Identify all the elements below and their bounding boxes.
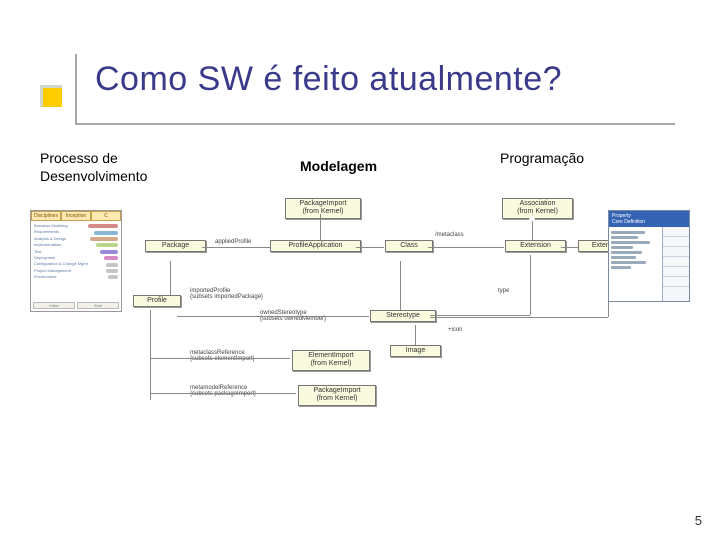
uml-label-type: type — [498, 288, 509, 294]
uml-profileapplication: ProfileApplication — [270, 240, 361, 252]
uml-line — [430, 317, 608, 318]
process-chart-footer: Initial Elab — [33, 302, 119, 309]
col-header-processo: Processo de Desenvolvimento — [40, 150, 180, 185]
uml-packageimport-bottom: PackageImport (from Kernel) — [298, 385, 376, 406]
uml-line — [430, 315, 530, 316]
uml-line — [356, 247, 384, 248]
title-decor-hline — [75, 123, 675, 125]
slide-title: Como SW é feito atualmente? — [95, 60, 562, 99]
uml-packageimport-top: PackageImport (from Kernel) — [285, 198, 361, 219]
uml-elementimport: ElementImport (from Kernel) — [292, 350, 370, 371]
process-hdr-disciplines: Disciplines — [31, 211, 61, 221]
uml-line — [170, 255, 171, 295]
diagram-area: Disciplines Inception C Business Modelin… — [30, 210, 690, 420]
uml-stereotype: Stereotype — [370, 310, 436, 322]
page-number: 5 — [695, 513, 702, 528]
ide-sidepanel — [663, 227, 689, 302]
process-hdr-inception: Inception — [61, 211, 91, 221]
uml-line — [150, 310, 151, 400]
ide-body — [609, 227, 689, 302]
process-row-bar — [90, 237, 118, 241]
uml-line — [177, 316, 369, 317]
process-hdr-c: C — [91, 211, 121, 221]
uml-arrowhead-icon — [166, 254, 174, 261]
process-row-bar — [96, 243, 118, 247]
uml-extension: Extension — [505, 240, 566, 252]
uml-label-metamodelreference: metamodelReference {subsets packageImpor… — [190, 385, 256, 397]
uml-label-importedprofile: importedProfile {subsets importedPackage… — [190, 288, 263, 300]
process-row-bar — [108, 275, 118, 279]
process-chart-rows: Business ModelingRequirementsAnalysis & … — [31, 221, 121, 283]
uml-line — [400, 255, 401, 310]
col-header-modelagem: Modelagem — [300, 158, 377, 174]
uml-label-appliedprofile: appliedProfile — [215, 239, 251, 245]
ide-title: Property Core Definition — [609, 211, 689, 227]
uml-line — [415, 325, 416, 345]
title-bullet-icon — [40, 85, 62, 107]
process-row: Environment — [34, 274, 118, 280]
process-row-bar — [104, 256, 118, 260]
uml-profile: Profile — [133, 295, 181, 307]
uml-line — [150, 393, 296, 394]
process-ftr-initial: Initial — [33, 302, 75, 309]
process-chart-header: Disciplines Inception C — [31, 211, 121, 221]
uml-arrowhead-icon — [396, 254, 404, 261]
process-ftr-elab: Elab — [77, 302, 119, 309]
slide: Como SW é feito atualmente? Processo de … — [0, 0, 720, 540]
uml-line — [428, 247, 504, 248]
uml-label-metaclass: /metaclass — [435, 232, 464, 238]
ide-editor — [609, 227, 663, 302]
uml-line — [530, 255, 531, 315]
process-row-bar — [94, 231, 118, 235]
process-row-bar — [88, 224, 118, 228]
uml-image: Image — [390, 345, 441, 357]
uml-line — [150, 358, 290, 359]
process-row-bar — [106, 263, 118, 267]
uml-class: Class — [385, 240, 433, 252]
uml-line — [202, 247, 270, 248]
uml-package: Package — [145, 240, 206, 252]
process-row-bar — [106, 269, 118, 273]
uml-association-hdr: Association (from Kernel) — [502, 198, 573, 219]
uml-arrowhead-icon — [528, 214, 536, 221]
uml-label-metaclassreference: metaclassReference {subsets elementImpor… — [190, 350, 255, 362]
col-header-programacao: Programação — [500, 150, 584, 166]
uml-line — [561, 247, 578, 248]
process-chart: Disciplines Inception C Business Modelin… — [30, 210, 122, 312]
title-decor-vline — [75, 54, 77, 124]
process-row-label: Environment — [34, 274, 105, 280]
process-row-bar — [100, 250, 118, 254]
uml-label-icon: +icon — [448, 327, 463, 333]
ide-screenshot: Property Core Definition — [608, 210, 690, 302]
uml-line — [320, 214, 321, 240]
